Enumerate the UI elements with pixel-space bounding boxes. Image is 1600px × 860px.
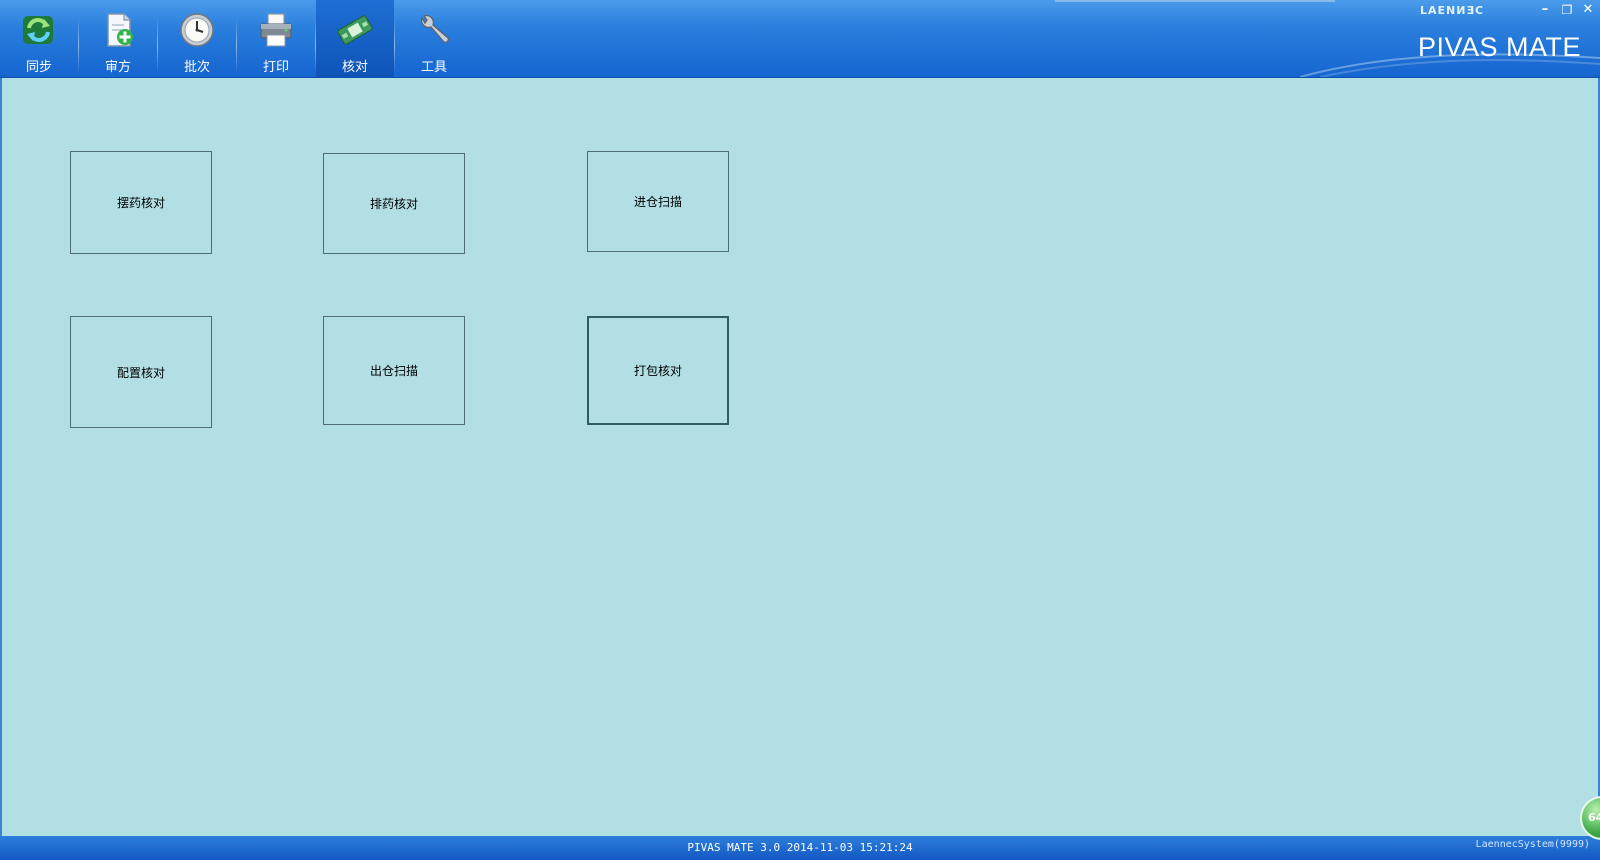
printer-icon <box>260 13 292 47</box>
tile-label: 配置核对 <box>116 365 165 380</box>
toolbar-sync-label: 同步 <box>25 60 52 75</box>
sync-icon <box>23 16 53 44</box>
status-bar: PIVAS MATE 3.0 2014-11-03 15:21:24 Laenn… <box>0 836 1600 860</box>
top-toolbar: 同步 审方 批次 打印 核对 工具 LAENИƎC PIVAS MATE – ❐… <box>0 0 1600 78</box>
minimize-button[interactable]: – <box>1536 1 1554 19</box>
tile-package-check[interactable]: 打包核对 <box>587 316 729 425</box>
toolbar-sync-button[interactable]: 同步 <box>0 0 78 77</box>
tile-label: 出仓扫描 <box>369 364 418 378</box>
product-title: PIVAS MATE <box>1418 32 1582 62</box>
toolbar-review-button[interactable]: 审方 <box>79 0 157 77</box>
tile-label: 排药核对 <box>369 197 418 211</box>
current-user: LaennecSystem(9999) <box>1475 839 1590 850</box>
toolbar-print-button[interactable]: 打印 <box>237 0 315 77</box>
tile-compound-check[interactable]: 配置核对 <box>70 316 212 428</box>
toolbar-print-label: 打印 <box>262 60 289 75</box>
header-top-highlight <box>1055 0 1335 2</box>
tile-label: 打包核对 <box>633 364 682 378</box>
toolbar-tools-button[interactable]: 工具 <box>395 0 473 77</box>
toolbar-batch-button[interactable]: 批次 <box>158 0 236 77</box>
tile-label: 摆药核对 <box>116 196 165 210</box>
review-prescription-icon <box>107 13 133 47</box>
wrench-icon <box>420 14 449 43</box>
restore-button[interactable]: ❐ <box>1558 1 1576 19</box>
company-logo: LAENИƎC <box>1420 4 1485 17</box>
toolbar-tools-label: 工具 <box>420 60 447 75</box>
main-panel: 摆药核对 排药核对 进仓扫描 配置核对 出仓扫描 打包核对 <box>0 78 1600 836</box>
tile-dispense-check[interactable]: 摆药核对 <box>70 151 212 254</box>
check-icon <box>337 15 373 45</box>
tile-sort-check[interactable]: 排药核对 <box>323 153 465 254</box>
close-button[interactable]: ✕ <box>1579 1 1597 19</box>
batch-clock-icon <box>180 13 214 47</box>
toolbar-batch-label: 批次 <box>183 60 210 75</box>
toolbar-review-label: 审方 <box>104 60 131 75</box>
toolbar-check-button[interactable]: 核对 <box>316 0 394 77</box>
tile-label: 进仓扫描 <box>633 195 682 209</box>
tile-exit-scan[interactable]: 出仓扫描 <box>323 316 465 425</box>
toolbar-check-label: 核对 <box>341 60 368 75</box>
tile-enter-scan[interactable]: 进仓扫描 <box>587 151 729 252</box>
version-timestamp: PIVAS MATE 3.0 2014-11-03 15:21:24 <box>687 841 913 854</box>
